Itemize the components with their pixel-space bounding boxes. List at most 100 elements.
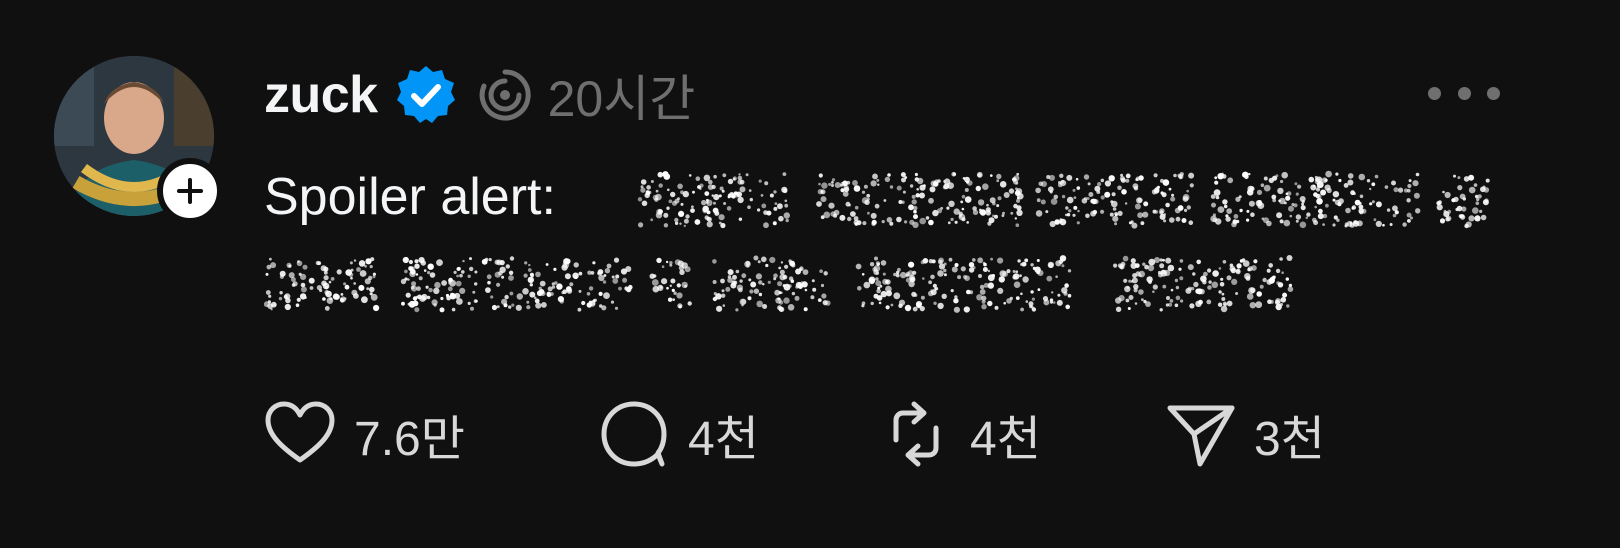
spoiler-dot (1111, 192, 1116, 197)
spoiler-dot (855, 263, 862, 270)
spoiler-dot (820, 196, 827, 203)
spoiler-dot (670, 278, 676, 284)
spoiler-dot (870, 180, 877, 187)
spoiler-dot (637, 197, 643, 202)
spoiler-dot (279, 274, 284, 279)
spoiler-dot (1277, 187, 1284, 195)
spoiler-dot (804, 288, 808, 292)
spoiler-dot (992, 214, 995, 218)
spoiler-dot (778, 306, 784, 312)
spoiler-dot (578, 289, 582, 293)
spoiler-dot (876, 295, 883, 301)
spoiler-dot (641, 200, 648, 207)
spoiler-dot (1226, 300, 1233, 307)
spoiler-dot (1468, 174, 1475, 181)
spoiler-dot (1314, 205, 1317, 209)
spoiler-dot (1299, 221, 1307, 229)
spoiler-dot (1117, 185, 1122, 191)
spoiler-dot (823, 271, 828, 276)
spoiler-dot (524, 261, 528, 265)
spoiler-dot (1021, 261, 1027, 267)
spoiler-dot (300, 273, 307, 280)
spoiler-dot (488, 258, 492, 262)
spoiler-dot (1322, 223, 1325, 226)
spoiler-dot (670, 191, 676, 198)
spoiler-dot (1110, 200, 1114, 204)
spoiler-dot (1358, 202, 1362, 205)
spoiler-dot (1148, 258, 1156, 266)
spoiler-dot (1335, 172, 1339, 176)
spoiler-dot (459, 287, 466, 294)
spoiler-dot (330, 277, 335, 281)
spoiler-dot (714, 210, 720, 216)
spoiler-dot (269, 257, 272, 261)
more-options-button[interactable] (1428, 82, 1500, 104)
spoiler-dot (1118, 295, 1125, 302)
spoiler-dot (1181, 218, 1187, 223)
spoiler-dot (779, 273, 786, 281)
spoiler-dot (1326, 187, 1332, 194)
spoiler-dot (1375, 220, 1382, 227)
spoiler-dot (404, 269, 408, 274)
spoiler-dot (414, 263, 420, 269)
spoiler-dot (818, 173, 823, 178)
spoiler-dot (1015, 296, 1020, 300)
repost-button[interactable]: 4천 (878, 394, 1162, 474)
spoiler-dot (1229, 263, 1234, 268)
spoiler-dot (439, 307, 445, 313)
spoiler-dot (573, 262, 579, 268)
spoiler-dot (1208, 280, 1212, 284)
spoiler-overlay[interactable] (262, 168, 1502, 322)
spoiler-dot (1159, 258, 1163, 262)
spoiler-dot (783, 283, 791, 291)
spoiler-dot (1055, 275, 1058, 278)
spoiler-dot (862, 221, 867, 226)
spoiler-dot (1121, 189, 1127, 195)
author-username[interactable]: zuck (264, 65, 378, 125)
spoiler-dot (812, 287, 817, 292)
spoiler-dot (516, 293, 523, 300)
spoiler-dot (1125, 178, 1130, 183)
spoiler-dot (606, 263, 612, 269)
spoiler-dot (1295, 192, 1299, 196)
spoiler-dot (651, 279, 659, 286)
spoiler-dot (366, 287, 370, 291)
thread-post: zuck 20시간 Spoiler alert: 7.6만 4천 4천 3천 (0, 0, 1620, 548)
spoiler-dot (712, 280, 717, 284)
spoiler-dot (1131, 277, 1138, 284)
spoiler-dot (772, 221, 777, 226)
spoiler-dot (265, 272, 269, 276)
spoiler-dot (652, 194, 659, 201)
spoiler-dot (1030, 263, 1034, 267)
spoiler-dot (1280, 179, 1284, 184)
spoiler-dot (1295, 214, 1302, 220)
spoiler-dot (784, 203, 789, 208)
spoiler-dot (1218, 290, 1222, 294)
spoiler-dot (749, 197, 753, 202)
spoiler-dot (727, 275, 732, 279)
heart-icon (265, 401, 335, 463)
spoiler-dot (947, 182, 954, 189)
spoiler-dot (369, 286, 375, 293)
spoiler-dot (1274, 300, 1280, 305)
spoiler-dot (1358, 208, 1364, 214)
spoiler-dot (1153, 188, 1160, 194)
spoiler-dot (1235, 268, 1241, 274)
share-button[interactable]: 3천 (1162, 394, 1342, 474)
spoiler-dot (766, 210, 772, 216)
spoiler-dot (909, 184, 914, 188)
spoiler-dot (913, 214, 918, 220)
follow-button[interactable] (157, 158, 223, 224)
like-button[interactable]: 7.6만 (262, 394, 596, 474)
spoiler-dot (622, 277, 628, 283)
reply-button[interactable]: 4천 (596, 394, 878, 474)
spoiler-dot (1061, 194, 1066, 199)
spoiler-dot (738, 173, 741, 176)
spoiler-dot (1484, 198, 1489, 203)
spoiler-dot (990, 174, 993, 177)
spoiler-dot (747, 296, 752, 301)
spoiler-dot (586, 292, 591, 296)
spoiler-dot (853, 219, 860, 226)
spoiler-dot (983, 262, 987, 267)
spoiler-dot (561, 264, 568, 271)
